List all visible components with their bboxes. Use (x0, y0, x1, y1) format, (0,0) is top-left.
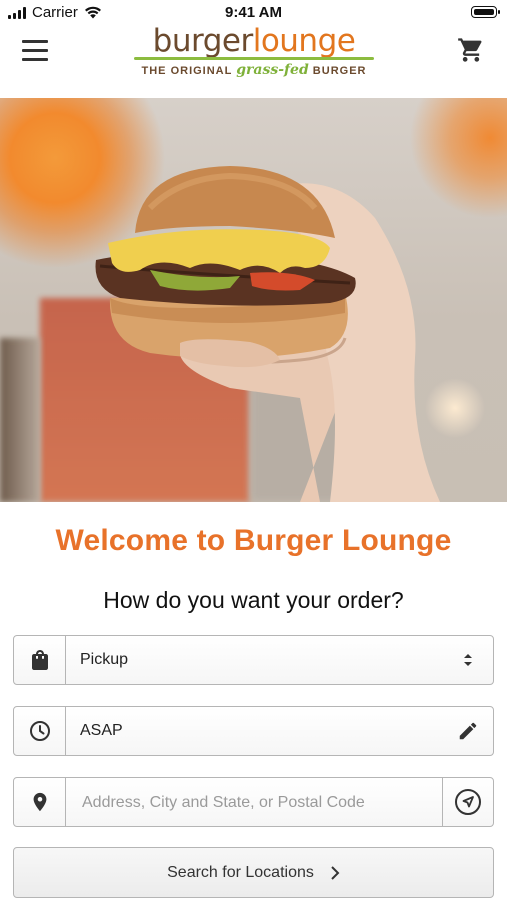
shopping-bag-icon (14, 636, 66, 684)
order-time-field[interactable]: ASAP (13, 706, 494, 756)
chevron-right-icon (331, 865, 340, 880)
welcome-heading: Welcome to Burger Lounge (55, 524, 452, 557)
updown-chevron-icon (443, 636, 493, 684)
app-header: burgerlounge THE ORIGINAL grass-fed BURG… (0, 24, 507, 98)
logo-underline (134, 57, 374, 60)
pencil-icon[interactable] (443, 707, 493, 755)
logo-word-lounge: lounge (252, 23, 356, 59)
order-question: How do you want your order? (103, 587, 404, 613)
order-type-value: Pickup (80, 651, 129, 668)
logo-word-burger: burger (152, 23, 254, 59)
burger-illustration (95, 166, 440, 502)
brand-logo[interactable]: burgerlounge THE ORIGINAL grass-fed BURG… (132, 24, 376, 80)
battery-icon (471, 6, 500, 18)
address-input[interactable] (80, 790, 444, 816)
search-locations-button[interactable]: Search for Locations (13, 847, 494, 898)
search-locations-label: Search for Locations (167, 863, 314, 881)
hamburger-menu-icon[interactable] (22, 38, 50, 62)
hero-burger-photo (0, 98, 507, 502)
location-pin-icon (14, 778, 66, 826)
address-field[interactable] (13, 777, 494, 827)
clock-icon (14, 707, 66, 755)
order-time-value: ASAP (80, 722, 123, 739)
navigation-arrow-icon[interactable] (442, 778, 493, 826)
shopping-cart-icon[interactable] (457, 36, 485, 64)
logo-tagline: THE ORIGINAL grass-fed BURGER (141, 62, 367, 78)
status-time: 9:41 AM (225, 4, 282, 21)
order-type-select[interactable]: Pickup (13, 635, 494, 685)
